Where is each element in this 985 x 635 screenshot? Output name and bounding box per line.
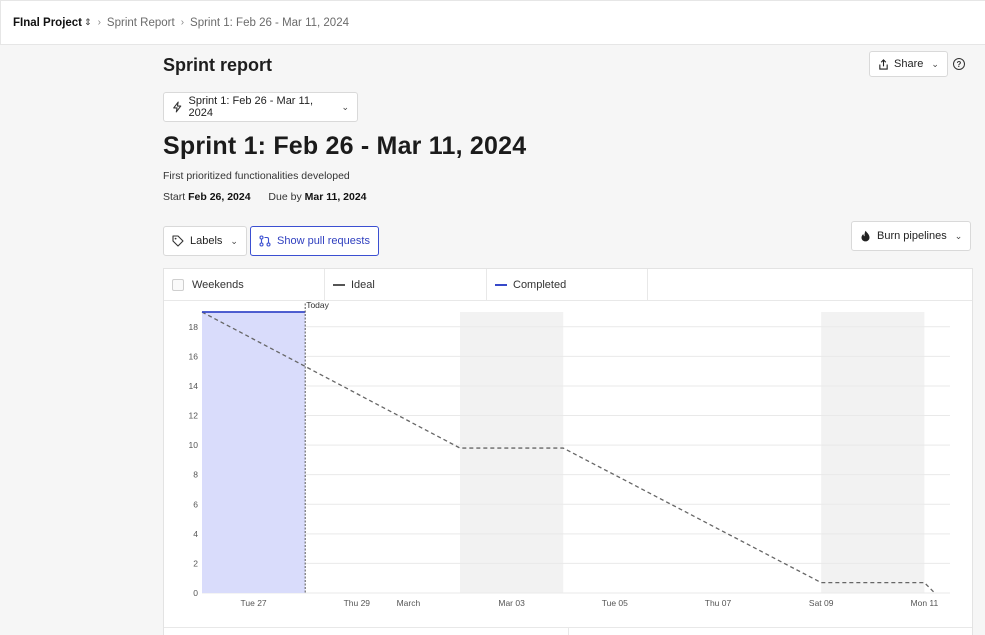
help-icon[interactable]: ?: [953, 58, 965, 70]
y-tick-label: 0: [193, 588, 198, 598]
y-tick-label: 2: [193, 558, 198, 568]
today-label: Today: [306, 302, 329, 310]
labels-button-label: Labels: [190, 235, 223, 247]
x-tick-label: Thu 07: [705, 598, 732, 608]
completed-area: [202, 312, 306, 593]
sprint-selector-label: Sprint 1: Feb 26 - Mar 11, 2024: [188, 95, 314, 119]
flame-icon: [861, 230, 870, 242]
y-tick-label: 14: [189, 381, 199, 391]
y-tick-label: 8: [193, 470, 198, 480]
sprint-dates: Start Feb 26, 2024 Due by Mar 11, 2024: [163, 191, 367, 203]
pull-request-icon: [259, 235, 271, 247]
weekend-band: [460, 312, 564, 593]
due-label: Due by: [268, 191, 302, 203]
chevron-down-icon: ⌄: [230, 235, 238, 246]
due-date: Mar 11, 2024: [304, 191, 367, 203]
legend-ideal-label: Ideal: [351, 279, 375, 291]
weekends-checkbox[interactable]: [172, 279, 184, 291]
y-tick-label: 10: [189, 440, 199, 450]
x-tick-label: March: [397, 598, 421, 608]
sprint-heading: Sprint 1: Feb 26 - Mar 11, 2024: [163, 132, 527, 160]
y-tick-label: 18: [189, 322, 199, 332]
legend-weekends[interactable]: Weekends: [164, 269, 325, 301]
y-tick-label: 12: [189, 411, 199, 421]
x-tick-label: Mon 11: [911, 598, 939, 608]
x-tick-label: Mar 03: [498, 598, 525, 608]
breadcrumb-report[interactable]: Sprint Report: [107, 17, 175, 29]
y-tick-label: 16: [189, 351, 199, 361]
labels-button[interactable]: Labels ⌄: [163, 226, 247, 256]
burndown-chart: 0 2 4 6 8 10 12 14 16 18 Today Tue 27 Thu 29 March Mar…: [189, 302, 950, 608]
share-label: Share: [894, 58, 924, 70]
x-tick-label: Thu 29: [344, 598, 371, 608]
chart-legend: Weekends Ideal Completed: [164, 269, 972, 301]
page-title: Sprint report: [163, 55, 273, 75]
burn-pipelines-button[interactable]: Burn pipelines ⌄: [851, 221, 972, 251]
chevron-down-icon: ⌄: [341, 101, 349, 112]
share-icon: [879, 58, 888, 70]
sprint-description: First prioritized functionalities develo…: [163, 170, 350, 182]
sprint-selector[interactable]: Sprint 1: Feb 26 - Mar 11, 2024 ⌄: [163, 92, 358, 122]
y-tick-label: 4: [193, 529, 198, 539]
burndown-panel: Weekends Ideal Completed 0 2 4 6 8 10 12 14 16 18…: [163, 268, 973, 635]
burn-pipelines-label: Burn pipelines: [877, 230, 947, 242]
show-pull-requests-button[interactable]: Show pull requests: [250, 226, 379, 256]
x-tick-label: Tue 27: [241, 598, 267, 608]
ideal-line-swatch: [333, 284, 345, 286]
y-tick-label: 6: [193, 499, 198, 509]
start-label: Start: [163, 191, 186, 203]
chevron-right-icon: ›: [180, 17, 185, 28]
breadcrumb-project[interactable]: FInal Project: [13, 17, 82, 29]
legend-completed-label: Completed: [513, 279, 567, 291]
sort-updown-icon[interactable]: ⇕: [84, 17, 92, 28]
chevron-down-icon: ⌄: [954, 230, 963, 241]
legend-weekends-label: Weekends: [192, 279, 244, 291]
x-tick-label: Sat 09: [809, 598, 834, 608]
completed-line-swatch: [495, 284, 507, 286]
legend-completed[interactable]: Completed: [487, 269, 648, 301]
chevron-down-icon: ⌄: [931, 58, 939, 69]
start-date: Feb 26, 2024: [188, 191, 251, 203]
breadcrumb: FInal Project ⇕ › Sprint Report › Sprint…: [0, 0, 985, 45]
pull-requests-label: Show pull requests: [277, 235, 370, 247]
weekend-band: [821, 312, 925, 593]
x-tick-label: Tue 05: [602, 598, 628, 608]
chevron-right-icon: ›: [97, 17, 101, 28]
breadcrumb-sprint: Sprint 1: Feb 26 - Mar 11, 2024: [190, 16, 349, 29]
legend-ideal[interactable]: Ideal: [325, 269, 487, 301]
tag-icon: [172, 235, 184, 247]
share-button[interactable]: Share ⌄: [869, 51, 948, 77]
lightning-icon: [173, 101, 182, 113]
